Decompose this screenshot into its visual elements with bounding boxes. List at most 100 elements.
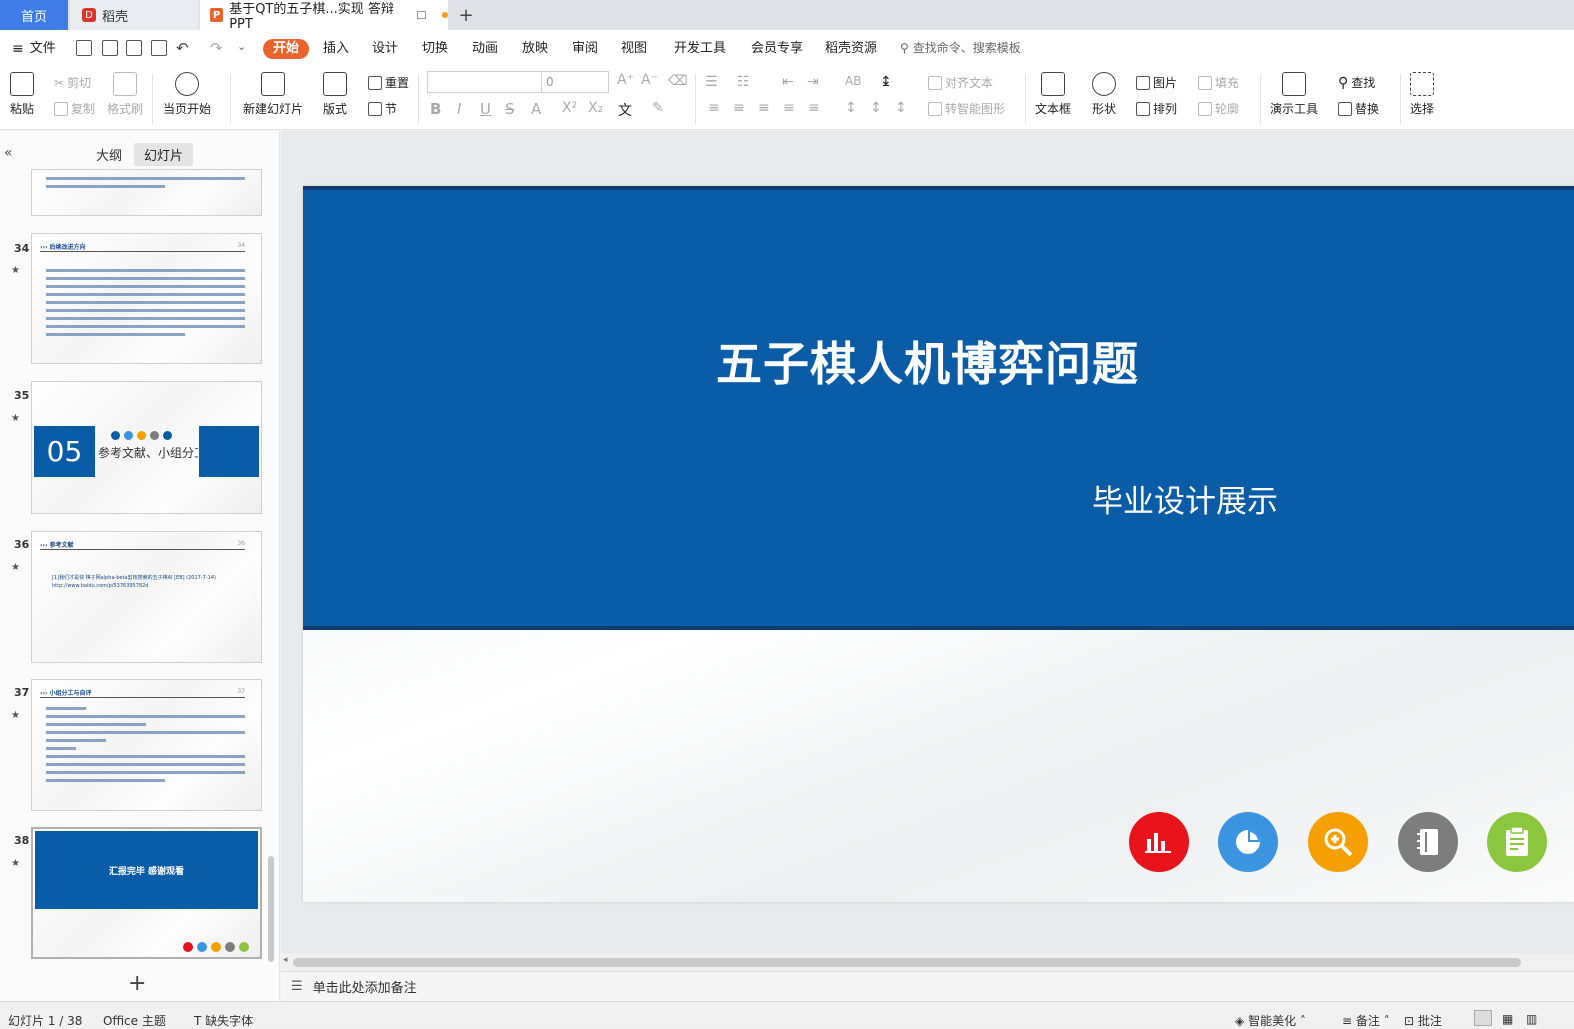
superscript-button[interactable]: X² <box>562 100 577 116</box>
file-menu[interactable]: ≡ 文件 <box>12 39 56 59</box>
command-search[interactable]: ⚲ 查找命令、搜索模板 <box>900 39 1021 56</box>
format-painter-button[interactable]: 格式刷 <box>107 72 143 117</box>
scroll-left-icon[interactable]: ◂ <box>283 955 288 965</box>
shape-button[interactable]: 形状 <box>1092 72 1116 117</box>
smart-art-button[interactable]: 转智能图形 <box>928 100 1005 117</box>
phonetic-button[interactable]: 文 <box>618 100 632 120</box>
font-size-select[interactable]: 0 <box>541 71 609 93</box>
column-button[interactable]: ↕ <box>895 100 907 116</box>
menu-view[interactable]: 视图 <box>621 39 647 59</box>
justify-button[interactable]: ≡ <box>783 100 795 116</box>
section-button[interactable]: 节 <box>368 100 397 117</box>
slide-thumbnail[interactable]: ››› 小组分工与自评 37 <box>31 679 262 811</box>
slide-thumbnail[interactable]: ››› 后续改进方向 34 <box>31 233 262 364</box>
tab-home[interactable]: 首页 <box>0 0 68 30</box>
panel-scrollbar[interactable] <box>268 856 274 962</box>
align-left-button[interactable]: ≡ <box>708 100 720 116</box>
menu-transition[interactable]: 切换 <box>422 39 448 59</box>
clear-format-icon[interactable]: ⌫ <box>668 73 688 89</box>
play-from-current-button[interactable]: 当页开始 <box>163 72 211 117</box>
menu-member[interactable]: 会员专享 <box>751 39 803 59</box>
replace-button[interactable]: 替换 <box>1338 100 1379 117</box>
strikethrough-button[interactable]: S <box>505 100 515 118</box>
print-preview-icon[interactable] <box>151 40 167 56</box>
slide-title[interactable]: 五子棋人机博弈问题 <box>716 328 1139 394</box>
undo-icon[interactable]: ↶ <box>176 39 189 57</box>
menu-start[interactable]: 开始 <box>263 39 310 59</box>
increase-font-button[interactable]: A⁺ <box>617 72 634 88</box>
beautify-button[interactable]: ◈ 智能美化 ˄ <box>1235 1012 1306 1029</box>
paragraph-spacing-button[interactable]: ↕ <box>845 100 857 116</box>
decrease-indent-button[interactable]: ⇤ <box>782 74 794 90</box>
new-tab-button[interactable]: + <box>456 0 476 30</box>
present-tools-button[interactable]: 演示工具 <box>1270 72 1318 117</box>
collapse-panel-icon[interactable]: « <box>4 145 13 161</box>
numbered-list-button[interactable]: ☷ <box>737 74 750 90</box>
tab-document[interactable]: P 基于QT的五子棋...实现 答辩PPT <box>200 0 448 32</box>
font-color-button[interactable]: A <box>531 100 541 118</box>
arrange-button[interactable]: 排列 <box>1136 100 1177 117</box>
bullet-list-button[interactable]: ☰ <box>705 74 718 90</box>
underline-button[interactable]: U <box>480 100 491 118</box>
line-spacing-button[interactable]: ↨ <box>880 74 892 90</box>
fill-button[interactable]: 填充 <box>1198 74 1239 91</box>
slide-thumbnail[interactable]: 汇报完毕 感谢观看 <box>31 827 262 959</box>
italic-button[interactable]: I <box>457 100 461 118</box>
notes-pane[interactable]: ☰ 单击此处添加备注 <box>281 971 1574 1001</box>
missing-font-button[interactable]: T 缺失字体 <box>194 1012 253 1029</box>
slide-subtitle[interactable]: 毕业设计展示 <box>1092 476 1278 521</box>
font-family-select[interactable] <box>427 71 543 93</box>
horizontal-scrollbar[interactable]: ◂ <box>281 953 1574 971</box>
menu-daoke-resources[interactable]: 稻壳资源 <box>825 39 877 59</box>
save-icon[interactable] <box>76 40 92 56</box>
increase-indent-button[interactable]: ⇥ <box>807 74 819 90</box>
layout-button[interactable]: 版式 <box>323 72 347 117</box>
menu-animation[interactable]: 动画 <box>472 39 498 59</box>
tab-daoke[interactable]: D 稻壳 <box>70 0 198 30</box>
bold-button[interactable]: B <box>430 100 441 118</box>
current-slide[interactable]: 五子棋人机博弈问题 毕业设计展示 <box>303 186 1574 902</box>
normal-view-icon[interactable] <box>1474 1010 1492 1026</box>
menu-insert[interactable]: 插入 <box>323 39 349 59</box>
line-height-button[interactable]: ↕ <box>870 100 882 116</box>
slide-thumbnail[interactable]: ››› 参考文献 36 [1]我们才是快 棋子网alpha-beta剪枝搜索的五… <box>31 531 262 663</box>
align-text-button[interactable]: 对齐文本 <box>928 74 993 91</box>
highlight-button[interactable]: ✎ <box>652 100 664 116</box>
menu-developer[interactable]: 开发工具 <box>674 39 726 59</box>
align-center-button[interactable]: ≡ <box>733 100 745 116</box>
add-slide-button[interactable]: + <box>128 971 146 996</box>
redo-icon[interactable]: ↷ <box>210 39 223 57</box>
slide-sorter-icon[interactable]: ▦ <box>1502 1012 1513 1026</box>
select-button[interactable]: 选择 <box>1410 72 1434 117</box>
scrollbar-thumb[interactable] <box>293 958 1521 967</box>
slide-thumbnail[interactable]: 05 参考文献、小组分工 <box>31 381 262 514</box>
reading-view-icon[interactable]: ▥ <box>1526 1012 1537 1026</box>
tab-slides[interactable]: 幻灯片 <box>134 143 194 166</box>
new-slide-button[interactable]: 新建幻灯片 <box>243 72 303 117</box>
align-right-button[interactable]: ≡ <box>758 100 770 116</box>
export-pdf-icon[interactable] <box>102 40 118 56</box>
decrease-font-button[interactable]: A⁻ <box>641 72 658 88</box>
copy-button[interactable]: 复制 <box>54 100 95 117</box>
outline-button[interactable]: 轮廓 <box>1198 100 1239 117</box>
cut-button[interactable]: ✂ 剪切 <box>54 74 91 91</box>
slide-thumbnail[interactable] <box>31 169 262 216</box>
menu-slideshow[interactable]: 放映 <box>522 39 548 59</box>
comments-button[interactable]: ⊡ 批注 <box>1404 1012 1442 1029</box>
text-direction-button[interactable]: AB <box>845 74 861 88</box>
textbox-button[interactable]: 文本框 <box>1035 72 1071 117</box>
tab-outline[interactable]: 大纲 <box>96 145 122 164</box>
notes-toggle-button[interactable]: ≡ 备注 ˄ <box>1342 1012 1390 1029</box>
find-button[interactable]: ⚲ 查找 <box>1338 74 1375 91</box>
subscript-button[interactable]: X₂ <box>588 100 603 116</box>
reset-button[interactable]: 重置 <box>368 74 409 91</box>
more-icon[interactable]: ⌄ <box>237 40 246 53</box>
print-icon[interactable] <box>126 40 142 56</box>
menu-design[interactable]: 设计 <box>372 39 398 59</box>
fill-label: 填充 <box>1215 76 1240 90</box>
picture-button[interactable]: 图片 <box>1136 74 1177 91</box>
theme-name[interactable]: Office 主题 <box>103 1012 166 1029</box>
distribute-button[interactable]: ≡ <box>808 100 820 116</box>
paste-button[interactable]: 粘贴 <box>10 72 34 117</box>
menu-review[interactable]: 审阅 <box>572 39 598 59</box>
